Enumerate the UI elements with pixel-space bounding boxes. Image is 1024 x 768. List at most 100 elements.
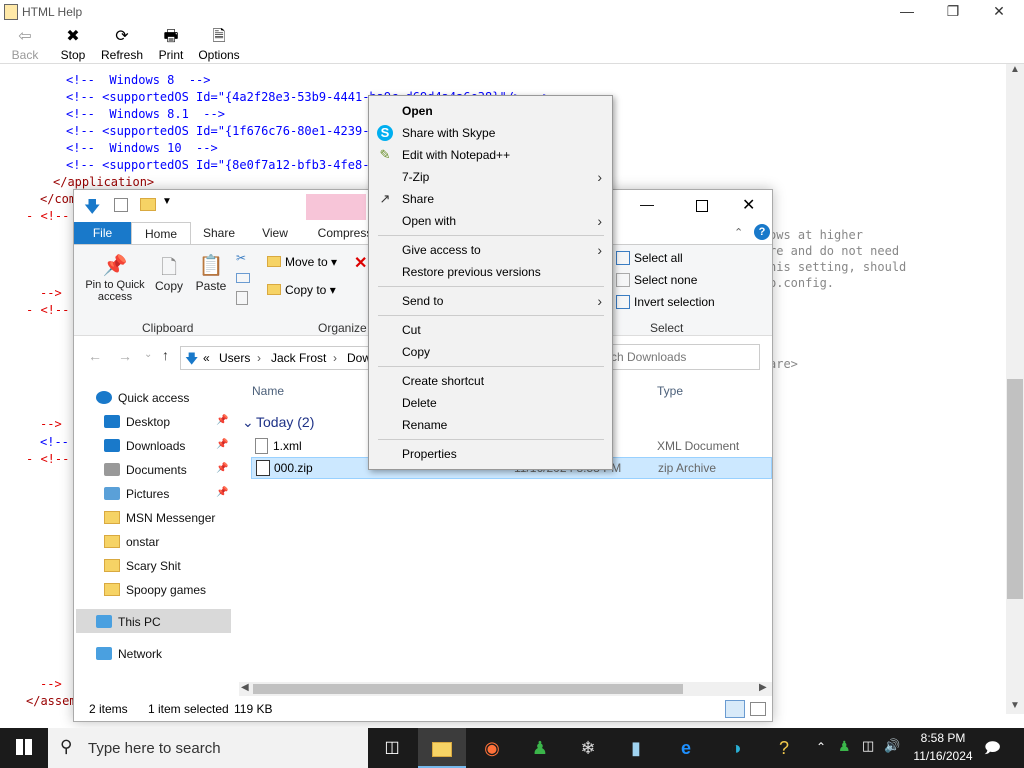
horizontal-scrollbar[interactable]: ◀ ▶: [239, 682, 772, 696]
help-app-taskbar-icon[interactable]: ?: [760, 728, 808, 768]
forward-nav-icon[interactable]: →: [118, 348, 132, 364]
menu-item-cut[interactable]: Cut: [369, 319, 612, 341]
pin-to-quick-access-button[interactable]: 📌 Pin to Quick access: [80, 253, 150, 303]
group-toggle-icon[interactable]: ⌄: [242, 414, 254, 431]
paste-shortcut-icon[interactable]: [236, 291, 248, 305]
nav-item-onstar[interactable]: onstar: [104, 530, 159, 554]
menu-item-edit-with-notepad[interactable]: ✎ Edit with Notepad++: [369, 144, 612, 166]
collapse-ribbon-icon[interactable]: ⌃: [734, 226, 743, 239]
menu-item-send-to[interactable]: Send to ›: [369, 290, 612, 312]
help-icon[interactable]: ?: [754, 224, 770, 240]
cut-icon[interactable]: ✂: [236, 251, 246, 265]
scroll-thumb[interactable]: [1007, 379, 1023, 599]
nav-item-network[interactable]: Network: [96, 642, 162, 666]
back-button[interactable]: ⇦ Back: [0, 26, 50, 62]
xml-line[interactable]: - <!--: [26, 451, 69, 468]
menu-item-restore-previous-versions[interactable]: Restore previous versions: [369, 261, 612, 283]
show-hidden-icons-icon[interactable]: ⌃: [816, 740, 826, 754]
large-icons-view-icon[interactable]: [750, 702, 766, 716]
nav-item-msn-messenger[interactable]: MSN Messenger: [104, 506, 215, 530]
menu-item-share-with-skype[interactable]: S Share with Skype: [369, 122, 612, 144]
paste-button[interactable]: 📋 Paste: [194, 253, 228, 293]
file-explorer-taskbar-icon[interactable]: [418, 728, 466, 768]
customize-toolbar-icon[interactable]: ▼: [162, 196, 172, 207]
up-nav-icon[interactable]: ↑: [162, 347, 169, 363]
minimize-button[interactable]: —: [884, 0, 930, 24]
search-input[interactable]: rch Downloads: [604, 344, 760, 370]
group-header[interactable]: Today (2): [256, 414, 314, 430]
msn-messenger-icon[interactable]: ♟: [516, 728, 564, 768]
breadcrumb-users[interactable]: Users: [219, 351, 250, 365]
scroll-down-icon[interactable]: ▼: [1010, 700, 1020, 711]
tab-share[interactable]: Share: [194, 222, 244, 244]
menu-item-7-zip[interactable]: 7-Zip ›: [369, 166, 612, 188]
network-tray-icon[interactable]: ◫: [862, 738, 874, 754]
menu-item-open-with[interactable]: Open with ›: [369, 210, 612, 232]
properties-icon[interactable]: [114, 198, 128, 212]
select-all-button[interactable]: Select all: [616, 251, 683, 265]
menu-item-copy[interactable]: Copy: [369, 341, 612, 363]
print-button[interactable]: 🖶 Print: [146, 26, 196, 62]
breadcrumb-jack-frost[interactable]: Jack Frost: [271, 351, 326, 365]
recent-locations-icon[interactable]: ⌄: [144, 349, 152, 360]
nav-item-this-pc[interactable]: This PC: [96, 610, 161, 634]
nav-item-pictures[interactable]: Pictures: [104, 482, 169, 506]
nav-item-spoopy-games[interactable]: Spoopy games: [104, 578, 206, 602]
copy-button[interactable]: 🗋 Copy: [152, 253, 186, 293]
back-nav-icon[interactable]: ←: [88, 348, 102, 364]
scroll-left-icon[interactable]: ◀: [241, 682, 249, 693]
menu-item-open[interactable]: Open: [369, 100, 612, 122]
xml-line[interactable]: -->: [40, 416, 62, 433]
menu-item-delete[interactable]: Delete: [369, 392, 612, 414]
clock-date[interactable]: 11/16/2024: [908, 749, 978, 763]
tab-home[interactable]: Home: [131, 222, 191, 244]
explorer-maximize-button[interactable]: [696, 200, 708, 212]
maximize-button[interactable]: ❐: [930, 0, 976, 24]
folder-icon[interactable]: [140, 198, 156, 211]
nav-item-desktop[interactable]: Desktop: [104, 410, 170, 434]
nav-item-scary-shit[interactable]: Scary Shit: [104, 554, 181, 578]
nav-item-downloads[interactable]: Downloads: [104, 434, 185, 458]
copy-path-icon[interactable]: [236, 273, 250, 283]
notifications-icon[interactable]: 🗩: [984, 738, 1001, 763]
copy-to-button[interactable]: Copy to ▾: [267, 283, 336, 297]
menu-item-share[interactable]: ↗ Share: [369, 188, 612, 210]
volume-icon[interactable]: 🔊: [884, 738, 900, 754]
internet-explorer-icon[interactable]: e: [662, 728, 710, 768]
tab-view[interactable]: View: [250, 222, 300, 244]
menu-item-rename[interactable]: Rename: [369, 414, 612, 436]
explorer-close-button[interactable]: ✕: [742, 195, 755, 215]
column-name[interactable]: Name: [252, 384, 284, 398]
details-view-icon[interactable]: [725, 700, 745, 718]
delete-icon[interactable]: ✕: [354, 253, 367, 273]
invert-selection-button[interactable]: Invert selection: [616, 295, 715, 309]
firefox-icon[interactable]: ◉: [468, 728, 516, 768]
nav-item-quick-access[interactable]: Quick access: [96, 386, 189, 410]
clock-time[interactable]: 8:58 PM: [908, 731, 978, 745]
options-button[interactable]: 🗎 Options: [194, 26, 244, 62]
notes-icon[interactable]: ▮: [612, 728, 660, 768]
h-scroll-thumb[interactable]: [253, 684, 683, 694]
task-view-icon[interactable]: ◫: [368, 728, 416, 768]
app-icon[interactable]: ❄: [564, 728, 612, 768]
menu-item-give-access-to[interactable]: Give access to ›: [369, 239, 612, 261]
tray-user-icon[interactable]: ♟: [838, 738, 851, 755]
xml-line[interactable]: - <!--: [26, 208, 69, 225]
address-overflow[interactable]: «: [203, 351, 210, 365]
explorer-minimize-button[interactable]: —: [640, 196, 654, 212]
close-button[interactable]: ✕: [976, 0, 1022, 24]
menu-item-create-shortcut[interactable]: Create shortcut: [369, 370, 612, 392]
refresh-button[interactable]: ⟳ Refresh: [97, 26, 147, 62]
scroll-right-icon[interactable]: ▶: [759, 682, 767, 693]
xml-line[interactable]: -->: [40, 285, 62, 302]
tab-file[interactable]: File: [74, 222, 131, 244]
start-button[interactable]: [0, 728, 48, 768]
column-type[interactable]: Type: [657, 384, 683, 398]
scroll-up-icon[interactable]: ▲: [1010, 64, 1020, 75]
select-none-button[interactable]: Select none: [616, 273, 697, 287]
xml-line[interactable]: -->: [40, 676, 62, 693]
xml-line[interactable]: - <!--: [26, 302, 69, 319]
menu-item-properties[interactable]: Properties: [369, 443, 612, 465]
stop-button[interactable]: ✖ Stop: [48, 26, 98, 62]
edge-icon[interactable]: ◑: [712, 728, 760, 768]
